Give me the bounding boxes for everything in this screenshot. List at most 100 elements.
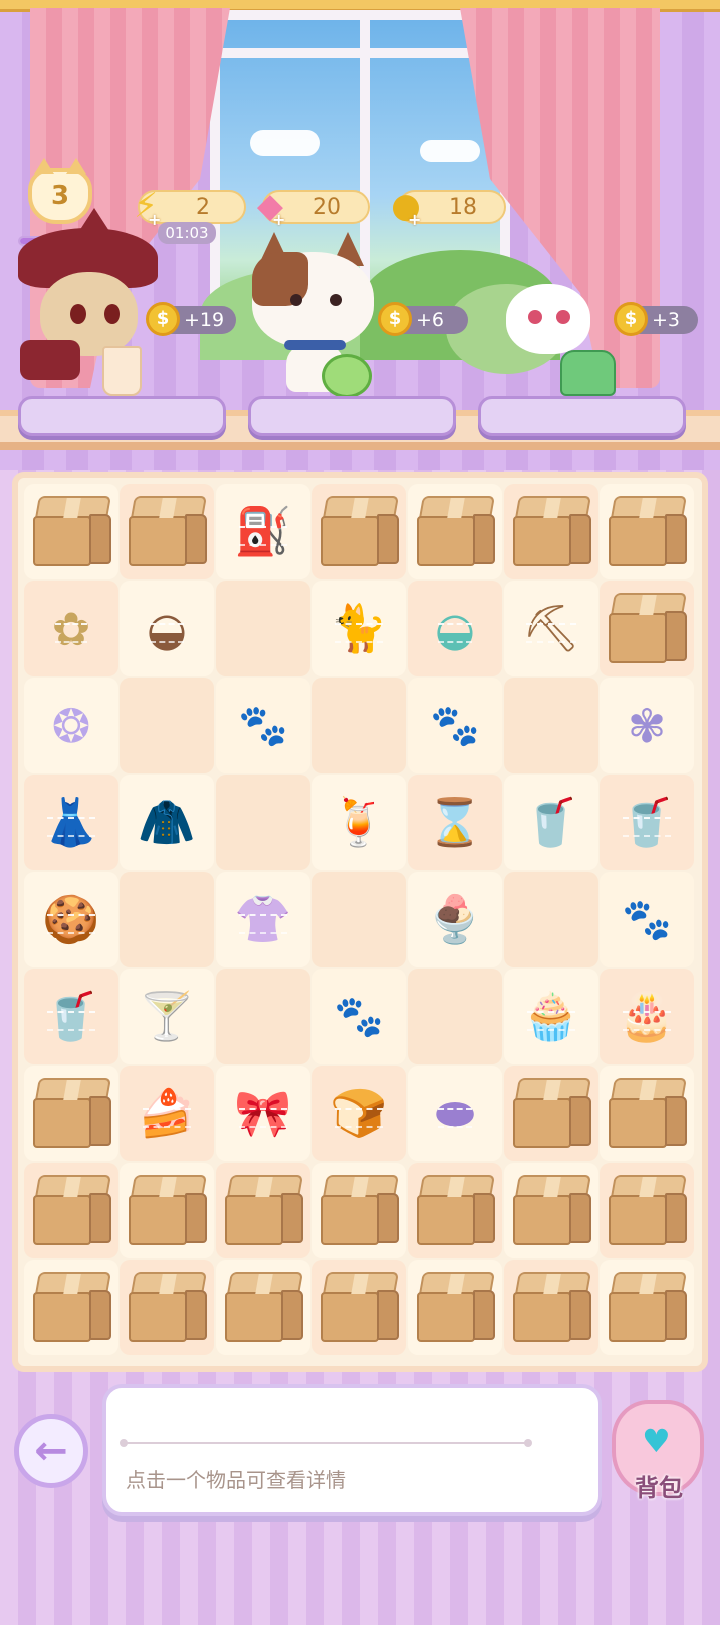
back-button[interactable]: ← bbox=[14, 1414, 88, 1488]
board-cell[interactable] bbox=[120, 872, 214, 967]
board-cell[interactable] bbox=[216, 581, 310, 676]
board-cell[interactable] bbox=[600, 484, 694, 579]
board-cell[interactable] bbox=[600, 1260, 694, 1355]
board-cell[interactable]: 🐾 bbox=[600, 872, 694, 967]
board-cell[interactable]: 🍸 bbox=[120, 969, 214, 1064]
item-hint-text: 点击一个物品可查看详情 bbox=[126, 1468, 346, 1492]
cardboard-box-icon bbox=[223, 1271, 303, 1344]
board-cell[interactable]: ✿ bbox=[24, 581, 118, 676]
board-cell[interactable] bbox=[600, 581, 694, 676]
board-cell[interactable]: 👚 bbox=[216, 872, 310, 967]
board-cell[interactable]: ⌛ bbox=[408, 775, 502, 870]
strawberry-cake-icon: 🍰 bbox=[138, 1086, 196, 1140]
board-cell[interactable] bbox=[312, 678, 406, 773]
order-item-flower[interactable] bbox=[322, 354, 372, 398]
cardboard-box-icon bbox=[607, 495, 687, 568]
board-cell[interactable] bbox=[120, 678, 214, 773]
board-cell[interactable] bbox=[408, 1260, 502, 1355]
order-reward-value: +19 bbox=[184, 309, 225, 331]
board-cell[interactable]: ◒ bbox=[120, 581, 214, 676]
board-cell[interactable] bbox=[216, 1260, 310, 1355]
board-cell[interactable] bbox=[504, 484, 598, 579]
board-cell[interactable] bbox=[216, 1163, 310, 1258]
board-cell[interactable]: 👗 bbox=[24, 775, 118, 870]
board-cell[interactable] bbox=[504, 1163, 598, 1258]
board-cell[interactable] bbox=[216, 775, 310, 870]
heart-icon: ♥ bbox=[642, 1422, 671, 1460]
board-cell[interactable] bbox=[600, 1163, 694, 1258]
add-coin-icon[interactable]: + bbox=[408, 210, 421, 229]
board-cell[interactable]: 🍹 bbox=[312, 775, 406, 870]
board-cell[interactable]: 🥤 bbox=[24, 969, 118, 1064]
glass-bow-icon: 🍸 bbox=[138, 989, 196, 1043]
board-cell[interactable]: ✾ bbox=[600, 678, 694, 773]
energy-value: 2 bbox=[196, 195, 210, 220]
board-cell[interactable]: 🐾 bbox=[312, 969, 406, 1064]
gem-counter[interactable]: ◆ + 20 bbox=[257, 186, 370, 229]
board-cell[interactable]: 🥤 bbox=[504, 775, 598, 870]
board-cell[interactable]: 🍪 bbox=[24, 872, 118, 967]
board-cell[interactable] bbox=[24, 1260, 118, 1355]
board-cell[interactable] bbox=[504, 1066, 598, 1161]
bowl-icon: ◒ bbox=[146, 601, 188, 656]
board-cell[interactable] bbox=[504, 678, 598, 773]
board-cell[interactable] bbox=[120, 1260, 214, 1355]
board-cell[interactable]: 🐈 bbox=[312, 581, 406, 676]
bread-icon: 🍞 bbox=[330, 1086, 388, 1140]
cardboard-box-icon bbox=[607, 1271, 687, 1344]
board-cell[interactable] bbox=[312, 1260, 406, 1355]
cardboard-box-icon bbox=[223, 1174, 303, 1247]
cardboard-box-icon bbox=[31, 1271, 111, 1344]
board-cell[interactable]: 🧥 bbox=[120, 775, 214, 870]
coin-counter[interactable]: ● + 18 bbox=[391, 186, 506, 229]
paw-print-icon: 🐾 bbox=[334, 994, 384, 1040]
cardboard-box-icon bbox=[607, 1077, 687, 1150]
board-cell[interactable] bbox=[312, 872, 406, 967]
board-cell[interactable] bbox=[24, 484, 118, 579]
hydrangea-icon: ✾ bbox=[627, 698, 667, 753]
board-cell[interactable] bbox=[408, 484, 502, 579]
order-reward-value: +6 bbox=[416, 309, 445, 331]
order-plate-3[interactable] bbox=[478, 396, 686, 436]
board-cell[interactable] bbox=[312, 484, 406, 579]
energy-counter[interactable]: ⚡ + 2 bbox=[134, 186, 246, 229]
pearl-shell-icon: ❂ bbox=[51, 698, 91, 753]
paw-print-icon: 🐾 bbox=[238, 703, 288, 749]
board-cell[interactable] bbox=[24, 1163, 118, 1258]
coin-icon: $ bbox=[146, 302, 180, 336]
order-plate-1[interactable] bbox=[18, 396, 226, 436]
board-cell[interactable]: 🐾 bbox=[216, 678, 310, 773]
board-cell[interactable]: 🍞 bbox=[312, 1066, 406, 1161]
board-cell[interactable]: ⛏ bbox=[504, 581, 598, 676]
cardboard-box-icon bbox=[607, 1174, 687, 1247]
order-reward-2: $ +6 bbox=[378, 302, 468, 336]
board-cell[interactable] bbox=[24, 1066, 118, 1161]
board-cell[interactable] bbox=[120, 1163, 214, 1258]
board-cell[interactable] bbox=[408, 1163, 502, 1258]
order-plate-2[interactable] bbox=[248, 396, 456, 436]
board-cell[interactable] bbox=[312, 1163, 406, 1258]
board-cell[interactable]: ⬬ bbox=[408, 1066, 502, 1161]
board-cell[interactable] bbox=[504, 1260, 598, 1355]
board-cell[interactable]: 🍨 bbox=[408, 872, 502, 967]
energy-timer: 01:03 bbox=[158, 222, 216, 244]
cat-cookie-icon: 🍪 bbox=[42, 892, 100, 946]
order-item-parfait[interactable] bbox=[102, 346, 142, 396]
board-cell[interactable]: 🐾 bbox=[408, 678, 502, 773]
board-cell[interactable] bbox=[504, 872, 598, 967]
board-cell[interactable]: ⛽ bbox=[216, 484, 310, 579]
board-cell[interactable]: 🍰 bbox=[120, 1066, 214, 1161]
board-cell[interactable]: ◒ bbox=[408, 581, 502, 676]
board-cell[interactable] bbox=[216, 969, 310, 1064]
board-cell[interactable] bbox=[600, 1066, 694, 1161]
order-item-green-shirt[interactable] bbox=[560, 350, 616, 396]
backpack-button[interactable]: ♥ 背包 bbox=[606, 1386, 712, 1506]
board-cell[interactable]: 🎂 bbox=[600, 969, 694, 1064]
board-cell[interactable]: 🎀 bbox=[216, 1066, 310, 1161]
add-gem-icon[interactable]: + bbox=[272, 210, 285, 229]
board-cell[interactable]: ❂ bbox=[24, 678, 118, 773]
board-cell[interactable] bbox=[120, 484, 214, 579]
board-cell[interactable]: 🧁 bbox=[504, 969, 598, 1064]
board-cell[interactable] bbox=[408, 969, 502, 1064]
board-cell[interactable]: 🥤 bbox=[600, 775, 694, 870]
